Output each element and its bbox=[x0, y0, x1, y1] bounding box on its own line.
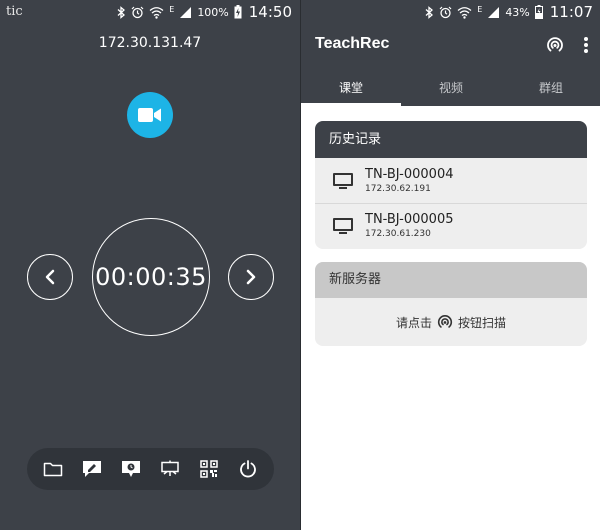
server-ip: 172.30.62.191 bbox=[365, 183, 431, 194]
network-type-e: E bbox=[169, 4, 175, 14]
scan-broadcast-icon[interactable] bbox=[545, 35, 565, 55]
previous-button[interactable] bbox=[27, 254, 73, 300]
annotate-icon bbox=[82, 461, 101, 477]
bottom-toolbar bbox=[27, 448, 274, 490]
next-button[interactable] bbox=[228, 254, 274, 300]
power-icon bbox=[240, 460, 257, 478]
tab-video[interactable]: 视频 bbox=[401, 72, 501, 106]
recording-timer: 00:00:35 bbox=[92, 218, 210, 336]
monitor-icon bbox=[333, 218, 353, 234]
scan-hint: 请点击 按钮扫描 bbox=[315, 298, 587, 346]
monitor-icon bbox=[333, 172, 353, 189]
scan-hint-suffix: 按钮扫描 bbox=[458, 315, 507, 330]
wifi-icon bbox=[149, 6, 164, 19]
bluetooth-icon bbox=[425, 5, 434, 19]
battery-charging-icon bbox=[234, 5, 242, 19]
history-header: 历史记录 bbox=[315, 121, 587, 158]
battery-percent: 100% bbox=[197, 5, 229, 19]
camera-record-button[interactable] bbox=[127, 92, 173, 138]
tab-group[interactable]: 群组 bbox=[501, 72, 600, 106]
history-card: 历史记录 TN-BJ-000004 172.30.62.191 TN-BJ-00… bbox=[315, 121, 587, 249]
server-info: TN-BJ-000004 172.30.62.191 bbox=[365, 167, 454, 195]
scan-broadcast-icon bbox=[437, 315, 453, 328]
chevron-left-icon bbox=[45, 269, 55, 285]
status-icons: E 100% 14:50 bbox=[117, 3, 292, 21]
alarm-icon bbox=[439, 6, 452, 18]
video-camera-icon bbox=[138, 108, 161, 122]
qr-scan-button[interactable] bbox=[197, 457, 221, 481]
tab-classroom[interactable]: 课堂 bbox=[301, 72, 401, 106]
app-title: TeachRec bbox=[315, 35, 390, 52]
carrier-label: tic bbox=[6, 4, 23, 19]
chevron-right-icon bbox=[246, 269, 256, 285]
server-item[interactable]: TN-BJ-000004 172.30.62.191 bbox=[315, 158, 587, 203]
more-options-icon[interactable] bbox=[583, 36, 589, 54]
teachrec-main-screen: E 43% 11:07 TeachRec 课堂 视频 群组 历史记录 TN-BJ… bbox=[300, 0, 600, 530]
server-name: TN-BJ-000005 bbox=[365, 212, 454, 227]
battery-charging-icon bbox=[534, 5, 543, 19]
clock-screen-icon bbox=[121, 461, 140, 477]
clock: 11:07 bbox=[549, 3, 593, 21]
server-name: TN-BJ-000004 bbox=[365, 166, 454, 182]
new-server-header: 新服务器 bbox=[315, 262, 587, 298]
clock: 14:50 bbox=[248, 3, 292, 21]
battery-percent: 43% bbox=[505, 5, 530, 19]
device-ip-address: 172.30.131.47 bbox=[98, 35, 202, 51]
presentation-button[interactable] bbox=[158, 457, 182, 481]
annotate-button[interactable] bbox=[80, 457, 104, 481]
recording-screen: tic E 100% 14:50 172.30.131.47 00:00:35 bbox=[0, 0, 300, 530]
network-type-e: E bbox=[477, 4, 483, 14]
tab-bar: 课堂 视频 群组 bbox=[301, 72, 600, 106]
wifi-icon bbox=[457, 6, 472, 19]
scan-hint-prefix: 请点击 bbox=[395, 315, 432, 330]
folder-icon bbox=[43, 462, 62, 477]
qr-code-icon bbox=[200, 460, 218, 478]
folder-button[interactable] bbox=[41, 457, 65, 481]
alarm-icon bbox=[131, 6, 144, 18]
server-ip: 172.30.61.230 bbox=[365, 229, 431, 239]
signal-icon bbox=[180, 6, 192, 18]
schedule-button[interactable] bbox=[119, 457, 143, 481]
presentation-icon bbox=[161, 460, 179, 476]
power-button[interactable] bbox=[236, 457, 260, 481]
app-bar: E 43% 11:07 TeachRec 课堂 视频 群组 bbox=[301, 0, 600, 106]
status-bar: tic E 100% 14:50 bbox=[0, 0, 300, 24]
server-info: TN-BJ-000005 172.30.61.230 bbox=[365, 212, 454, 240]
app-actions bbox=[545, 35, 589, 55]
status-icons: E 43% 11:07 bbox=[425, 3, 593, 21]
new-server-card: 新服务器 请点击 按钮扫描 bbox=[315, 262, 587, 346]
timer-value: 00:00:35 bbox=[95, 263, 207, 291]
status-bar: E 43% 11:07 bbox=[301, 0, 600, 24]
bluetooth-icon bbox=[117, 5, 126, 19]
signal-icon bbox=[488, 6, 500, 18]
server-item[interactable]: TN-BJ-000005 172.30.61.230 bbox=[315, 203, 587, 248]
